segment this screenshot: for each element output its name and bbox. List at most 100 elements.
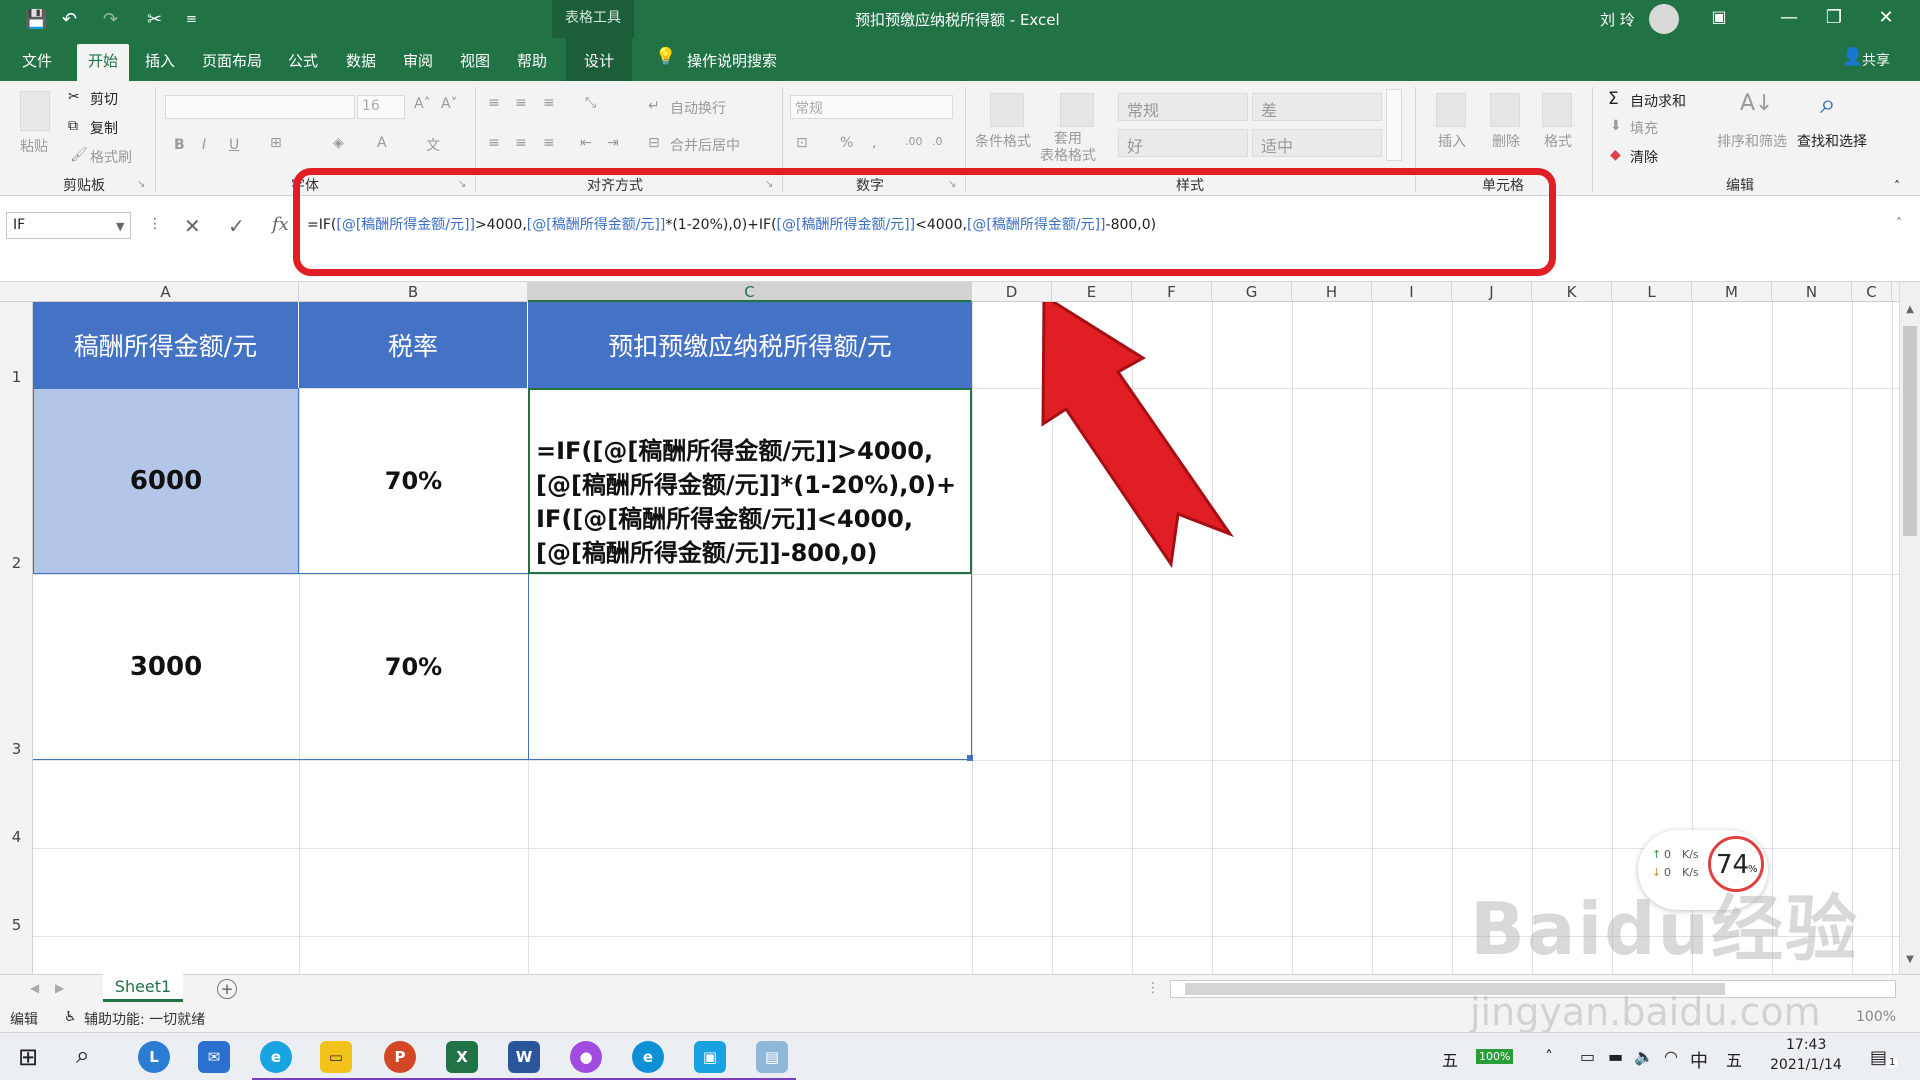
battery-icon[interactable]: ▬	[1608, 1047, 1623, 1066]
tell-me-search[interactable]: 操作说明搜索	[687, 50, 777, 71]
align-top-icon[interactable]: ≡	[488, 95, 500, 111]
word-icon[interactable]: W	[508, 1041, 540, 1073]
column-header-m[interactable]: M	[1692, 282, 1772, 302]
search-icon[interactable]: ⌕	[1820, 87, 1836, 121]
decrease-decimal-icon[interactable]: .0	[932, 135, 943, 148]
find-select-button[interactable]: 查找和选择	[1797, 131, 1867, 151]
align-left-icon[interactable]: ≡	[488, 135, 500, 151]
restore-icon[interactable]: ❐	[1819, 7, 1849, 28]
excel-icon[interactable]: X	[446, 1041, 478, 1073]
search-icon[interactable]: ⌕	[76, 1041, 89, 1069]
column-header-c[interactable]: C	[1852, 282, 1892, 302]
tab-design[interactable]: 设计	[566, 38, 633, 81]
fill-icon[interactable]: ⬇	[1610, 118, 1622, 134]
clear-button[interactable]: 清除	[1630, 147, 1658, 167]
style-normal[interactable]: 常规	[1118, 93, 1248, 121]
tab-view[interactable]: 视图	[460, 50, 490, 71]
increase-decimal-icon[interactable]: .00	[905, 135, 923, 148]
paste-icon[interactable]	[20, 91, 50, 131]
windows-start-icon[interactable]: ⊞	[18, 1043, 38, 1071]
format-cells-icon[interactable]	[1542, 93, 1572, 127]
powerpoint-icon[interactable]: P	[384, 1041, 416, 1073]
ime-mode[interactable]: 五	[1726, 1047, 1742, 1071]
cut-icon[interactable]: ✂	[147, 9, 162, 30]
edge-icon[interactable]: e	[632, 1041, 664, 1073]
format-as-table-icon[interactable]	[1060, 93, 1094, 127]
wrap-icon[interactable]: ↵	[648, 98, 660, 114]
ime-indicator[interactable]: 五	[1442, 1047, 1458, 1071]
scroll-thumb[interactable]	[1903, 326, 1917, 536]
column-header-d[interactable]: D	[972, 282, 1052, 302]
save-icon[interactable]: 💾	[25, 9, 47, 30]
ime-language[interactable]: 中	[1690, 1047, 1708, 1073]
monitor-app-icon[interactable]: ▣	[694, 1041, 726, 1073]
redo-icon[interactable]: ↷	[103, 9, 118, 30]
minimize-icon[interactable]: —	[1774, 7, 1804, 28]
indent-increase-icon[interactable]: ⇥	[607, 135, 619, 151]
conditional-format-icon[interactable]	[990, 93, 1024, 127]
close-icon[interactable]: ✕	[1871, 7, 1901, 28]
border-icon[interactable]: ⊞	[270, 135, 282, 151]
clock-time[interactable]: 17:43	[1786, 1037, 1826, 1053]
row-header-5[interactable]: 5	[0, 916, 33, 934]
sort-icon[interactable]: A↓	[1740, 91, 1773, 116]
ie-icon[interactable]: e	[260, 1041, 292, 1073]
column-header-c[interactable]: C	[528, 282, 972, 302]
bold-button[interactable]: B	[174, 137, 185, 153]
paste-button[interactable]: 粘贴	[20, 136, 48, 156]
row-header-1[interactable]: 1	[0, 368, 33, 386]
italic-button[interactable]: I	[202, 137, 206, 153]
delete-cells-icon[interactable]	[1490, 93, 1520, 127]
delete-cells-button[interactable]: 删除	[1492, 131, 1520, 151]
display-icon[interactable]: ▭	[1580, 1047, 1595, 1066]
tab-file[interactable]: 文件	[22, 50, 52, 71]
wrap-text-button[interactable]: 自动换行	[670, 98, 726, 118]
column-header-i[interactable]: I	[1372, 282, 1452, 302]
column-header-b[interactable]: B	[299, 282, 528, 302]
styles-scroll[interactable]	[1386, 89, 1402, 161]
copy-icon[interactable]: ⧉	[68, 118, 78, 134]
style-bad[interactable]: 差	[1252, 93, 1382, 121]
font-color-icon[interactable]: A	[377, 135, 387, 151]
fill-color-icon[interactable]: ◈	[333, 135, 344, 151]
cut-button[interactable]: 剪切	[90, 89, 118, 109]
chevron-up-icon[interactable]: ˄	[1545, 1047, 1553, 1066]
column-header-f[interactable]: F	[1132, 282, 1212, 302]
phonetic-icon[interactable]: 文	[426, 135, 440, 155]
fill-button[interactable]: 填充	[1630, 118, 1658, 138]
row-header-2[interactable]: 2	[0, 554, 33, 572]
style-good[interactable]: 好	[1118, 129, 1248, 157]
format-painter-button[interactable]: 格式刷	[90, 147, 132, 167]
app-l-icon[interactable]: L	[138, 1041, 170, 1073]
column-header-h[interactable]: H	[1292, 282, 1372, 302]
align-middle-icon[interactable]: ≡	[515, 95, 527, 111]
add-sheet-button[interactable]: +	[217, 979, 237, 999]
scissors-icon[interactable]: ✂	[68, 89, 80, 105]
sort-filter-button[interactable]: 排序和筛选	[1717, 131, 1787, 151]
align-right-icon[interactable]: ≡	[543, 135, 555, 151]
prev-sheet-icon[interactable]: ◀	[30, 981, 39, 995]
column-header-k[interactable]: K	[1532, 282, 1612, 302]
launcher-icon[interactable]: ↘	[137, 179, 145, 190]
underline-button[interactable]: U	[229, 137, 239, 153]
tab-home[interactable]: 开始	[77, 44, 130, 81]
vertical-scrollbar[interactable]: ▲ ▼	[1899, 282, 1920, 974]
volume-icon[interactable]: 🔈	[1634, 1047, 1654, 1066]
cancel-icon[interactable]: ✕	[184, 214, 201, 238]
name-box[interactable]: IF	[6, 212, 131, 239]
tab-help[interactable]: 帮助	[517, 50, 547, 71]
ribbon-display-icon[interactable]: ▣	[1704, 7, 1734, 26]
eraser-icon[interactable]: ◆	[1610, 147, 1621, 163]
column-header-l[interactable]: L	[1612, 282, 1692, 302]
splitter-icon[interactable]: ⋮	[1146, 980, 1160, 996]
file-explorer-icon[interactable]: ▭	[320, 1041, 352, 1073]
row-header-4[interactable]: 4	[0, 828, 33, 846]
tab-formulas[interactable]: 公式	[288, 50, 318, 71]
column-header-g[interactable]: G	[1212, 282, 1292, 302]
shrink-font-icon[interactable]: A˅	[441, 96, 458, 112]
customize-qat-icon[interactable]: ≡	[186, 12, 197, 27]
mail-icon[interactable]: ✉	[198, 1041, 230, 1073]
next-sheet-icon[interactable]: ▶	[55, 981, 64, 995]
tab-data[interactable]: 数据	[346, 50, 376, 71]
column-header-n[interactable]: N	[1772, 282, 1852, 302]
